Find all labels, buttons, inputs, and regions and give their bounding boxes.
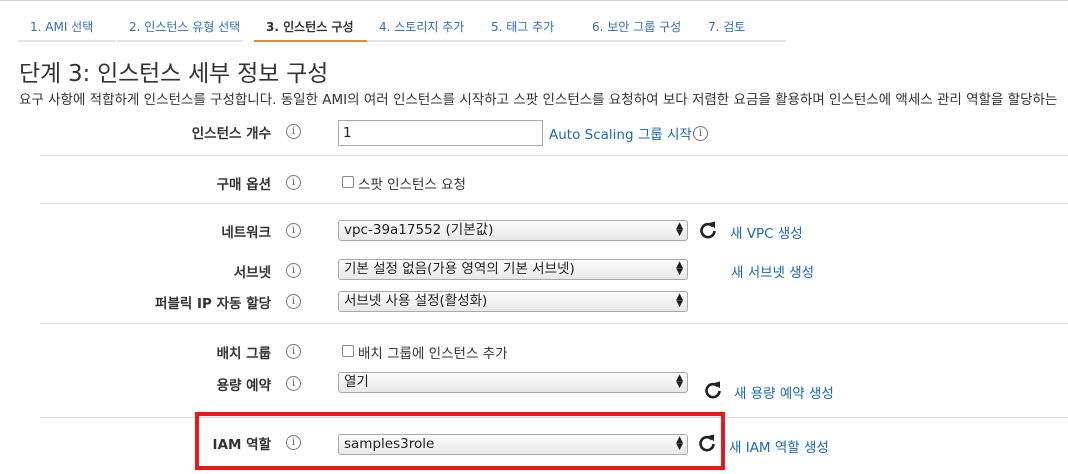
info-icon[interactable]: i [286,223,301,238]
auto-scaling-link[interactable]: Auto Scaling 그룹 시작 [549,123,692,143]
tab-add-storage[interactable]: 4. 스토리지 추가 [367,12,481,42]
info-icon[interactable]: i [286,294,301,309]
iam-role-highlight-box [195,412,725,470]
tab-choose-instance-type[interactable]: 2. 인스턴스 유형 선택 [117,12,243,42]
info-icon[interactable]: i [286,124,301,139]
info-icon[interactable]: i [286,263,301,278]
instance-count-input[interactable]: 1 [338,120,543,146]
page-description: 요구 사항에 적합하게 인스턴스를 구성합니다. 동일한 AMI의 여러 인스턴… [19,92,1058,108]
refresh-icon[interactable] [698,220,718,240]
select-arrows-icon: ▲ ▼ [676,221,683,238]
info-icon[interactable]: i [286,175,301,190]
public-ip-select-value: 서브넷 사용 설정(활성화) [344,293,488,309]
placement-group-checkbox-label: 배치 그룹에 인스턴스 추가 [358,346,508,362]
network-label: 네트워크 [221,225,271,241]
public-ip-label: 퍼블릭 IP 자동 할당 [155,296,271,312]
create-vpc-link[interactable]: 새 VPC 생성 [730,222,803,242]
capacity-reservation-select[interactable]: 열기 ▲ ▼ [338,372,688,393]
info-icon[interactable]: i [286,344,301,359]
create-subnet-link[interactable]: 새 서브넷 생성 [731,261,814,281]
purchase-option-label: 구매 옵션 [216,177,271,193]
refresh-icon[interactable] [703,380,723,400]
select-arrows-icon: ▲ ▼ [676,260,683,277]
instance-count-label: 인스턴스 개수 [191,126,271,142]
subnet-label: 서브넷 [233,265,271,281]
divider [40,203,1068,204]
subnet-select[interactable]: 기본 설정 없음(가용 영역의 기본 서브넷) ▲ ▼ [338,259,688,280]
create-capacity-reservation-link[interactable]: 새 용량 예약 생성 [734,382,834,402]
divider [40,155,1068,156]
placement-group-label: 배치 그룹 [216,346,271,362]
info-icon[interactable]: i [693,126,708,141]
placement-group-checkbox[interactable] [342,345,354,357]
create-iam-role-link[interactable]: 새 IAM 역할 생성 [729,436,829,456]
network-select-value: vpc-39a17552 (기본값) [344,222,494,238]
tab-configure-instance[interactable]: 3. 인스턴스 구성 [254,12,368,42]
select-arrows-icon: ▲ ▼ [676,373,683,390]
spot-request-label: 스팟 인스턴스 요청 [358,177,466,193]
top-border [0,0,1068,1]
tab-configure-security-group[interactable]: 6. 보안 그룹 구성 [580,12,696,42]
info-icon[interactable]: i [286,376,301,391]
page-title: 단계 3: 인스턴스 세부 정보 구성 [19,61,329,87]
network-select[interactable]: vpc-39a17552 (기본값) ▲ ▼ [338,220,688,241]
public-ip-select[interactable]: 서브넷 사용 설정(활성화) ▲ ▼ [338,291,688,312]
tab-add-tags[interactable]: 5. 태그 추가 [479,12,588,42]
divider [40,323,1068,324]
spot-request-checkbox[interactable] [342,176,354,188]
subnet-select-value: 기본 설정 없음(가용 영역의 기본 서브넷) [344,261,575,277]
capacity-reservation-select-value: 열기 [344,374,369,390]
capacity-reservation-label: 용량 예약 [216,378,271,394]
select-arrows-icon: ▲ ▼ [676,292,683,309]
tab-review[interactable]: 7. 검토 [696,12,786,42]
tab-choose-ami[interactable]: 1. AMI 선택 [18,12,116,42]
